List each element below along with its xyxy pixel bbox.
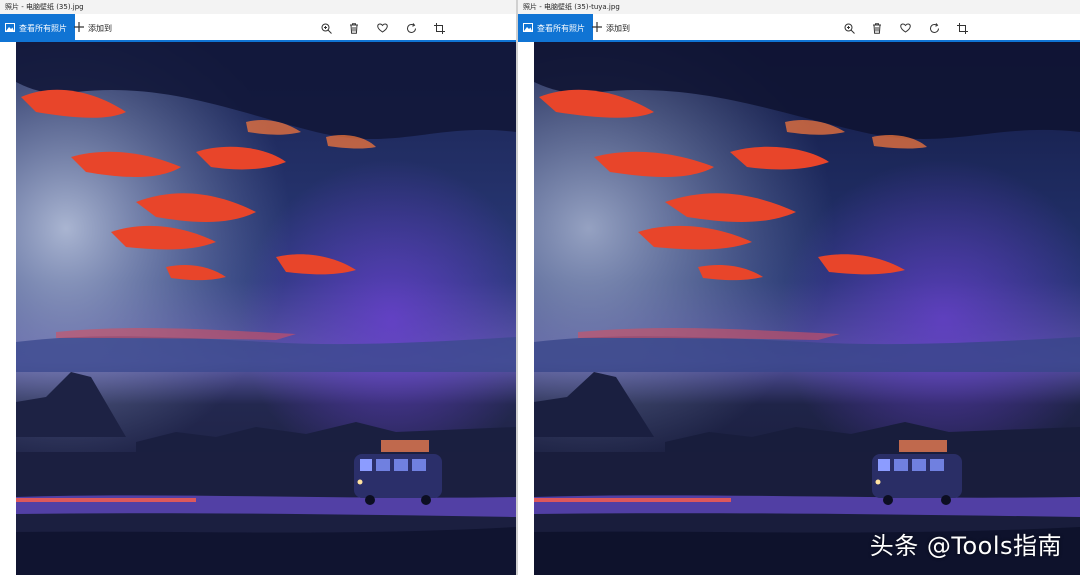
zoom-icon[interactable] [319, 21, 333, 35]
crop-icon[interactable] [432, 21, 446, 35]
plus-icon [74, 22, 84, 34]
right-photos-window: 照片 - 电脑壁纸 (35)-tuya.jpg 查看所有照片 添加到 头条 @T… [518, 0, 1080, 575]
add-to-label: 添加到 [88, 23, 112, 33]
toolbar: 查看所有照片 添加到 [518, 14, 1080, 42]
watermark: 头条 @Tools指南 [869, 532, 1062, 560]
view-all-label: 查看所有照片 [537, 23, 585, 33]
favorite-icon[interactable] [375, 21, 389, 35]
delete-icon[interactable] [347, 21, 361, 35]
wallpaper-image [16, 42, 516, 575]
toolbar: 查看所有照片 添加到 [0, 14, 516, 42]
window-title: 照片 - 电脑壁纸 (35).jpg [0, 0, 516, 14]
view-all-photos-button[interactable]: 查看所有照片 [0, 14, 75, 42]
view-all-photos-button[interactable]: 查看所有照片 [518, 14, 593, 42]
left-photos-window: 照片 - 电脑壁纸 (35).jpg 查看所有照片 添加到 [0, 0, 516, 575]
plus-icon [592, 22, 602, 34]
add-to-button[interactable]: 添加到 [74, 14, 112, 42]
gallery-icon [5, 22, 15, 34]
delete-icon[interactable] [870, 21, 884, 35]
photo-canvas [16, 42, 516, 575]
wallpaper-image [534, 42, 1080, 575]
rotate-icon[interactable] [404, 21, 418, 35]
add-to-label: 添加到 [606, 23, 630, 33]
view-all-label: 查看所有照片 [19, 23, 67, 33]
window-title: 照片 - 电脑壁纸 (35)-tuya.jpg [518, 0, 1080, 14]
crop-icon[interactable] [955, 21, 969, 35]
add-to-button[interactable]: 添加到 [592, 14, 630, 42]
zoom-icon[interactable] [842, 21, 856, 35]
favorite-icon[interactable] [898, 21, 912, 35]
gallery-icon [523, 22, 533, 34]
rotate-icon[interactable] [927, 21, 941, 35]
photo-canvas: 头条 @Tools指南 [534, 42, 1080, 575]
